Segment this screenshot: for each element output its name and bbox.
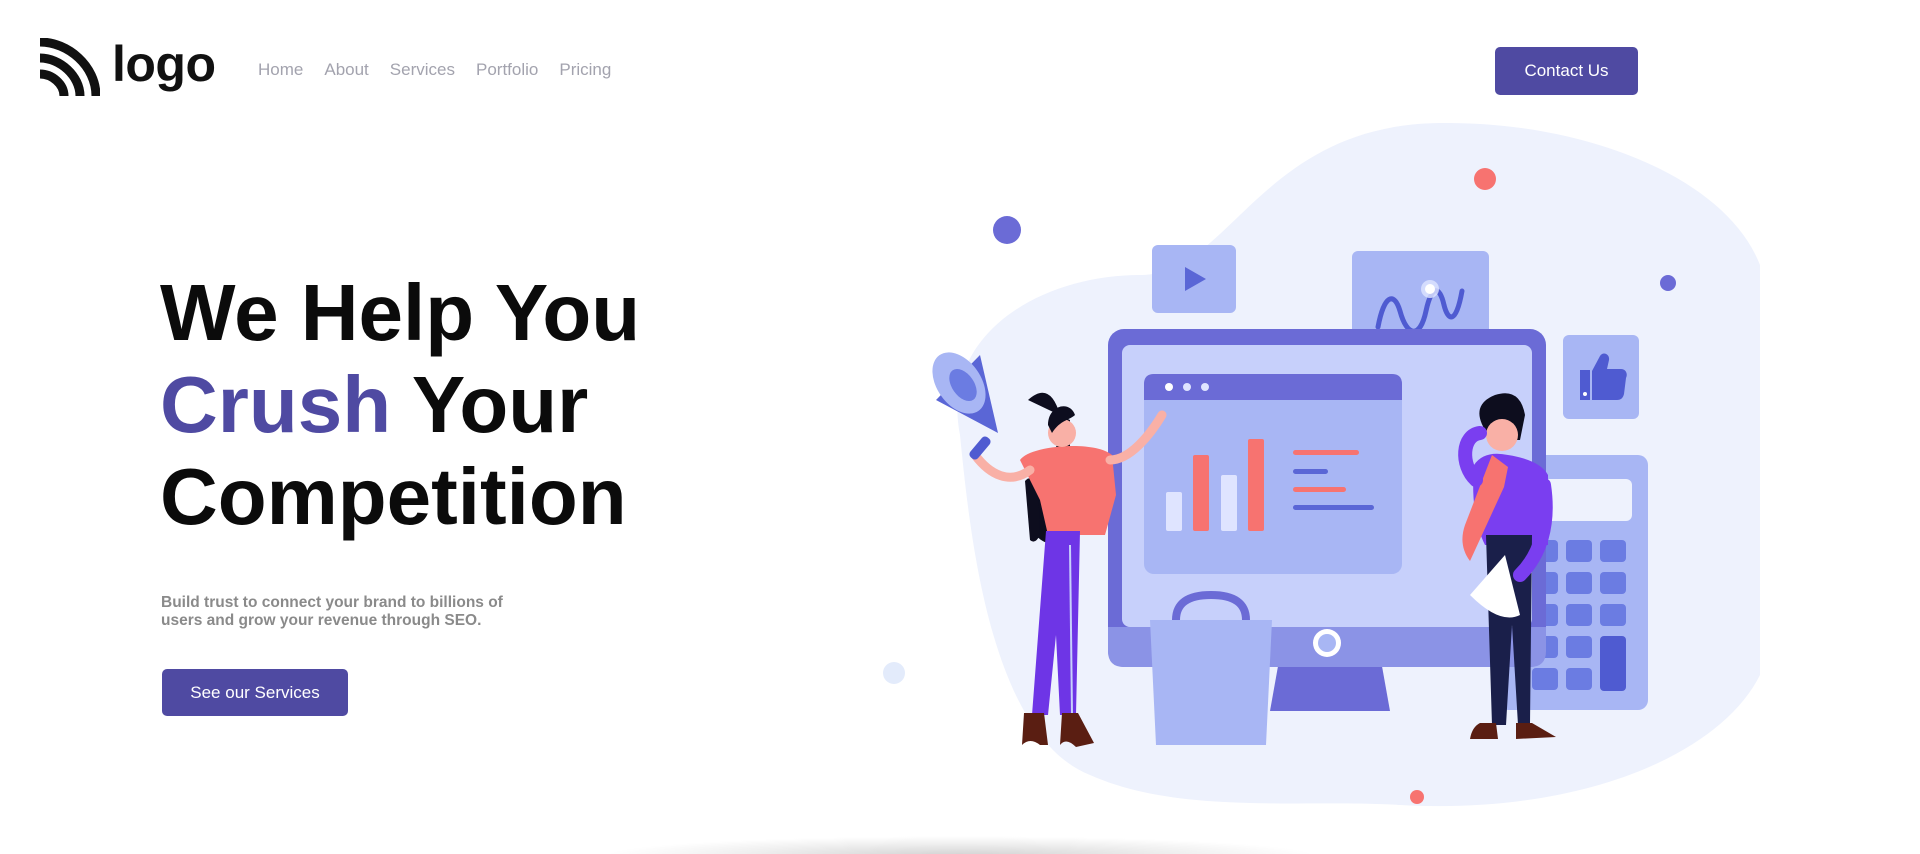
nav-services[interactable]: Services	[390, 60, 455, 80]
hero-title-line3: Competition	[160, 452, 627, 541]
thumbs-up-card	[1563, 335, 1639, 419]
logo-mark-icon	[39, 38, 100, 97]
hero-title: We Help You Crush Your Competition	[160, 267, 640, 543]
logo-text: logo	[112, 36, 216, 92]
hero-title-line2-rest: Your	[391, 360, 589, 449]
nav-home[interactable]: Home	[258, 60, 303, 80]
main-nav: Home About Services Portfolio Pricing	[258, 60, 632, 80]
hero-title-line1: We Help You	[160, 268, 641, 357]
bottom-shadow	[600, 836, 1320, 854]
hero-subtitle: Build trust to connect your brand to bil…	[161, 594, 503, 629]
see-services-button[interactable]: See our Services	[162, 669, 348, 716]
hero-title-accent: Crush	[160, 360, 392, 449]
dot-light-left	[883, 662, 905, 684]
dot-coral-bottom	[1410, 790, 1424, 804]
logo[interactable]: logo	[38, 38, 216, 98]
browser-window	[1144, 374, 1402, 574]
nav-portfolio[interactable]: Portfolio	[476, 60, 538, 80]
contact-us-button[interactable]: Contact Us	[1495, 47, 1638, 95]
dot-coral-top	[1474, 168, 1496, 190]
nav-about[interactable]: About	[324, 60, 368, 80]
play-card	[1152, 245, 1236, 313]
dot-purple-large	[993, 216, 1021, 244]
dot-purple-small	[1660, 275, 1676, 291]
hero-illustration	[883, 122, 1760, 807]
nav-pricing[interactable]: Pricing	[559, 60, 611, 80]
woman-shoe-left	[1022, 713, 1048, 745]
